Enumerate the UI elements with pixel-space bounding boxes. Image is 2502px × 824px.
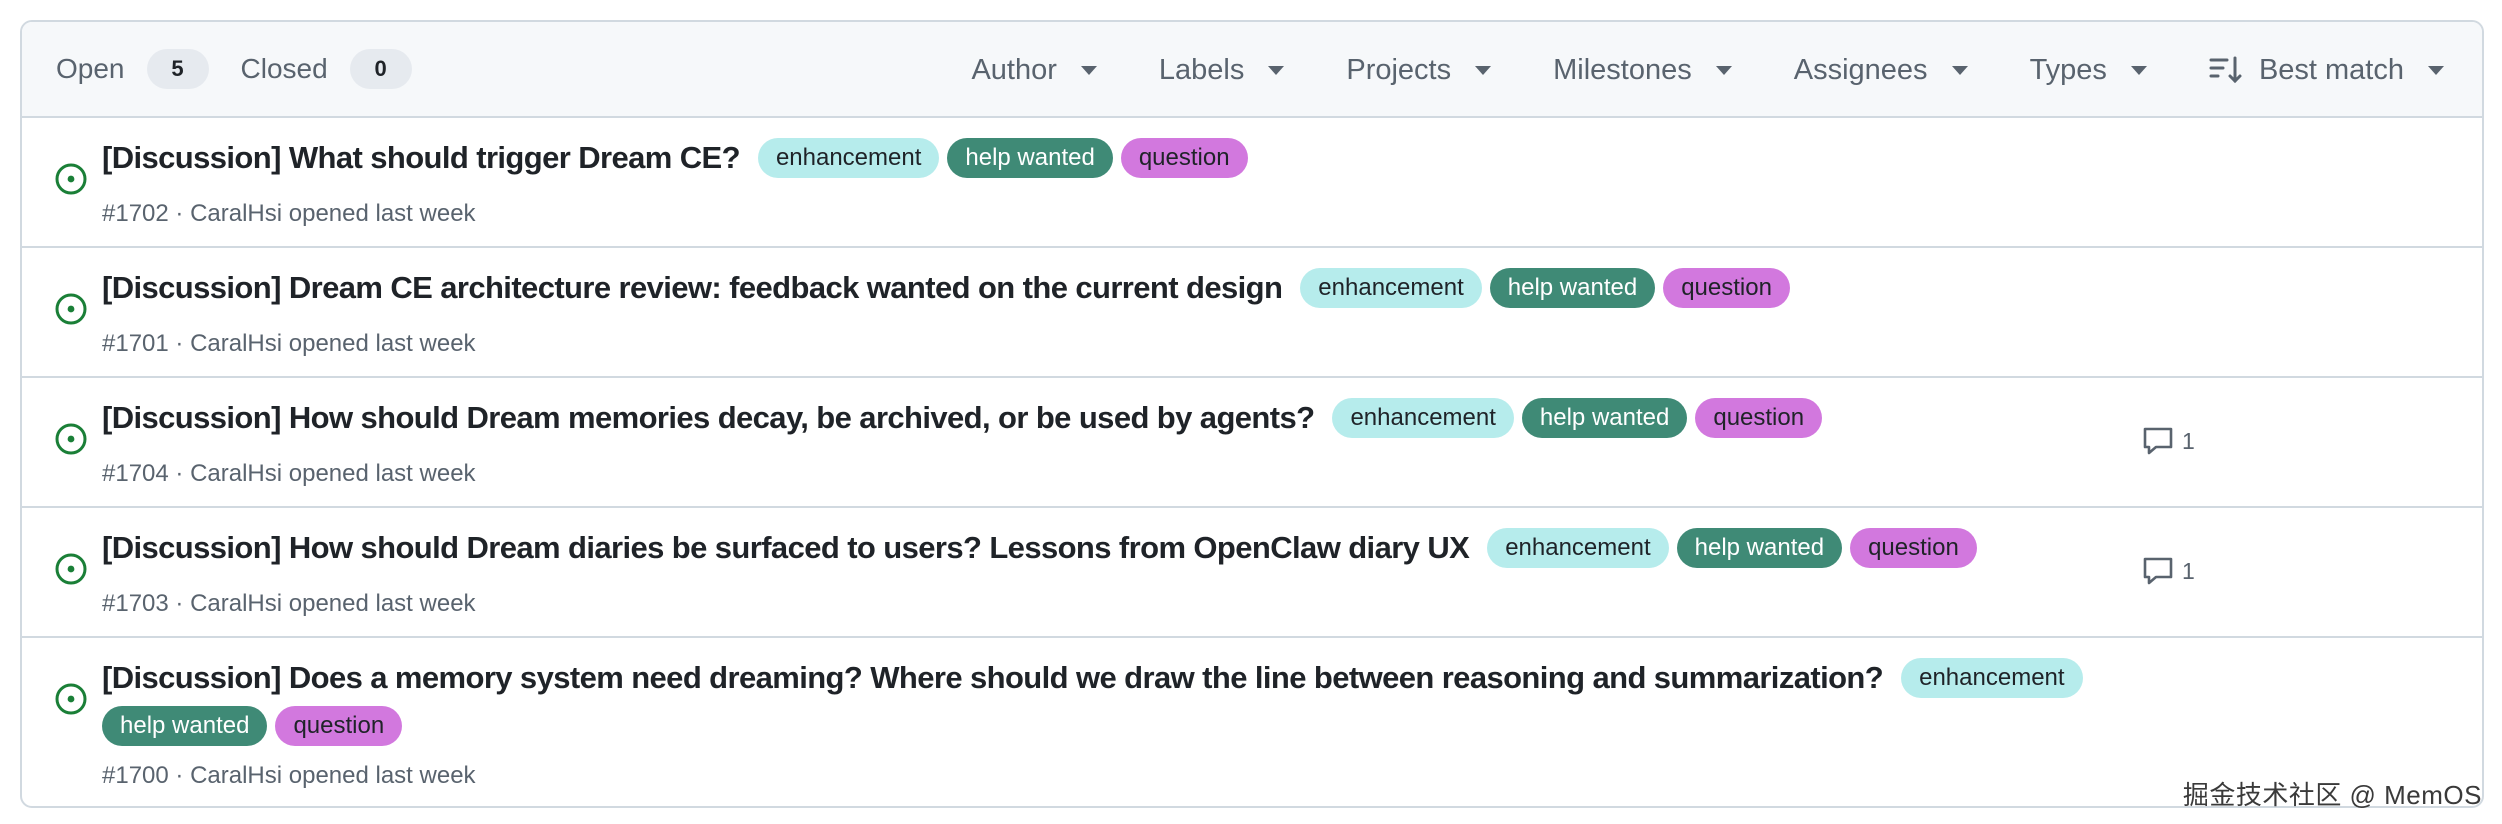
label-help-wanted[interactable]: help wanted xyxy=(947,138,1113,178)
labels-filter-label: Labels xyxy=(1158,53,1245,86)
issue-row: [Discussion] How should Dream diaries be… xyxy=(22,508,2482,638)
sort-label: Best match xyxy=(2258,53,2404,86)
issue-title[interactable]: [Discussion] Does a memory system need d… xyxy=(102,660,1884,696)
issue-title[interactable]: [Discussion] How should Dream diaries be… xyxy=(102,530,1470,566)
milestones-filter[interactable]: Milestones xyxy=(1553,54,1732,87)
label-help-wanted[interactable]: help wanted xyxy=(1521,398,1688,438)
label-enhancement[interactable]: enhancement xyxy=(1487,528,1669,568)
issue-title-line: [Discussion] Dream CE architecture revie… xyxy=(102,268,1790,308)
issue-open-icon xyxy=(55,293,87,325)
issue-row: [Discussion] How should Dream memories d… xyxy=(22,378,2482,508)
labels-filter[interactable]: Labels xyxy=(1158,53,1285,87)
label-enhancement[interactable]: enhancement xyxy=(1901,658,2083,698)
issue-title-line: [Discussion] Does a memory system need d… xyxy=(102,658,2152,746)
issue-open-icon xyxy=(55,553,87,585)
issue-meta: #1704 · CaralHsi opened last week xyxy=(102,460,476,487)
author-filter[interactable]: Author xyxy=(971,53,1097,87)
open-tab[interactable]: Open 5 xyxy=(56,49,209,89)
issue-title[interactable]: [Discussion] What should trigger Dream C… xyxy=(102,140,741,176)
closed-tab-label: Closed xyxy=(240,53,328,84)
issue-meta: #1701 · CaralHsi opened last week xyxy=(102,330,476,357)
issue-open-icon xyxy=(55,163,87,195)
issue-row: [Discussion] Does a memory system need d… xyxy=(22,638,2482,806)
issue-title[interactable]: [Discussion] Dream CE architecture revie… xyxy=(102,270,1283,306)
open-count-badge: 5 xyxy=(146,49,209,89)
sort-dropdown[interactable]: Best match xyxy=(2209,54,2444,87)
open-tab-label: Open xyxy=(56,53,125,84)
issue-title-line: [Discussion] How should Dream memories d… xyxy=(102,398,1823,438)
watermark: 掘金技术社区 @ MemOS xyxy=(2182,780,2482,810)
label-question[interactable]: question xyxy=(275,706,403,746)
issue-title[interactable]: [Discussion] How should Dream memories d… xyxy=(102,400,1315,436)
assignees-filter-label: Assignees xyxy=(1793,53,1928,86)
comment-count-link[interactable]: 1 xyxy=(2142,426,2195,456)
comment-icon xyxy=(2143,557,2173,585)
chevron-down-icon xyxy=(2428,65,2444,75)
issue-row: [Discussion] Dream CE architecture revie… xyxy=(22,248,2482,378)
label-question[interactable]: question xyxy=(1850,528,1977,568)
label-enhancement[interactable]: enhancement xyxy=(757,138,940,178)
comment-icon xyxy=(2143,427,2173,455)
types-filter-label: Types xyxy=(2029,53,2107,86)
issue-title-line: [Discussion] What should trigger Dream C… xyxy=(102,138,1248,178)
projects-filter-label: Projects xyxy=(1346,53,1452,86)
sort-icon xyxy=(2209,56,2242,84)
issue-meta: #1703 · CaralHsi opened last week xyxy=(102,590,476,617)
label-question[interactable]: question xyxy=(1663,268,1790,308)
issues-header: Open 5 Closed 0 Author Labels Projects M… xyxy=(22,22,2482,118)
issue-meta: #1702 · CaralHsi opened last week xyxy=(102,200,476,227)
label-enhancement[interactable]: enhancement xyxy=(1332,398,1514,438)
issue-row: [Discussion] What should trigger Dream C… xyxy=(22,118,2482,248)
chevron-down-icon xyxy=(1475,65,1492,75)
issue-open-icon xyxy=(55,423,87,455)
assignees-filter[interactable]: Assignees xyxy=(1794,54,1968,87)
label-question[interactable]: question xyxy=(1695,398,1823,438)
label-enhancement[interactable]: enhancement xyxy=(1300,268,1482,308)
closed-tab[interactable]: Closed 0 xyxy=(241,49,412,89)
comment-count-link[interactable]: 1 xyxy=(2142,556,2195,586)
chevron-down-icon xyxy=(1715,65,1732,75)
chevron-down-icon xyxy=(1268,65,1285,75)
chevron-down-icon xyxy=(1080,65,1097,75)
comment-count: 1 xyxy=(2182,427,2195,454)
milestones-filter-label: Milestones xyxy=(1553,53,1692,86)
projects-filter[interactable]: Projects xyxy=(1346,53,1492,87)
label-question[interactable]: question xyxy=(1120,138,1248,178)
filter-bar: Author Labels Projects Milestones Assign… xyxy=(909,22,2444,118)
label-help-wanted[interactable]: help wanted xyxy=(1489,268,1656,308)
chevron-down-icon xyxy=(2130,65,2147,75)
types-filter[interactable]: Types xyxy=(2030,54,2147,87)
author-filter-label: Author xyxy=(971,53,1057,86)
closed-count-badge: 0 xyxy=(349,49,412,89)
issue-meta: #1700 · CaralHsi opened last week xyxy=(102,762,476,789)
label-help-wanted[interactable]: help wanted xyxy=(1676,528,1843,568)
issues-panel: Open 5 Closed 0 Author Labels Projects M… xyxy=(20,20,2484,808)
issue-title-line: [Discussion] How should Dream diaries be… xyxy=(102,528,1977,568)
label-help-wanted[interactable]: help wanted xyxy=(102,706,268,746)
comment-count: 1 xyxy=(2182,557,2195,584)
chevron-down-icon xyxy=(1951,65,1968,75)
issue-open-icon xyxy=(55,683,87,715)
